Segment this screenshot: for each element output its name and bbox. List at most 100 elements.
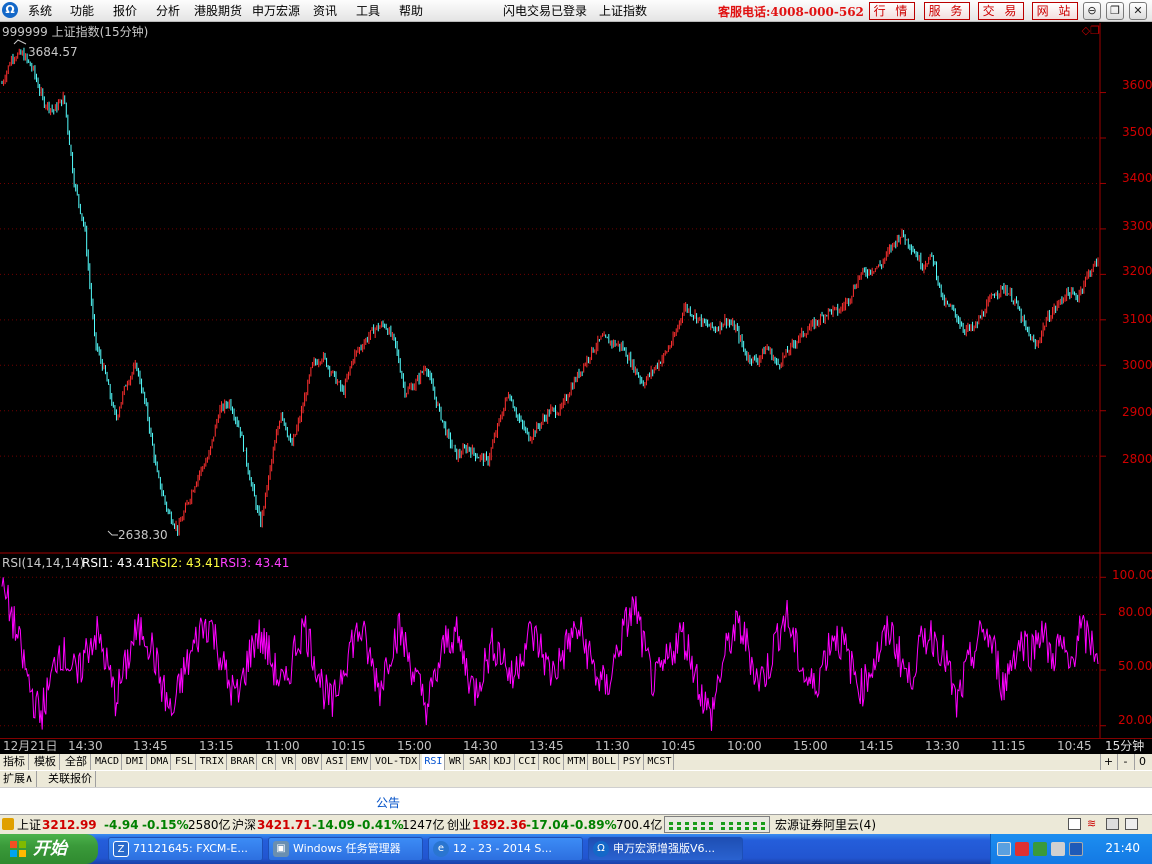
hs-pct: -0.41% bbox=[357, 818, 404, 832]
browser-icon: e bbox=[433, 841, 449, 857]
indicator-tab-brar[interactable]: BRAR bbox=[228, 754, 258, 770]
cy-pct: -0.89% bbox=[570, 818, 617, 832]
indicator-tab-kdj[interactable]: KDJ bbox=[492, 754, 515, 770]
task-label: 71121645: FXCM-E... bbox=[133, 842, 248, 855]
signal-bar-segment bbox=[729, 827, 733, 830]
indicator-tab-trix[interactable]: TRIX bbox=[198, 754, 227, 770]
website-button[interactable]: 网 站 bbox=[1032, 2, 1078, 20]
reset-button[interactable]: 0 bbox=[1134, 754, 1150, 770]
menu-tools[interactable]: 工具 bbox=[356, 3, 380, 19]
indicator-tab-mcst[interactable]: MCST bbox=[645, 754, 675, 770]
trade-button[interactable]: 交 易 bbox=[978, 2, 1024, 20]
menu-hk-futures[interactable]: 港股期货 bbox=[194, 3, 242, 19]
network-icon[interactable] bbox=[1033, 842, 1047, 856]
rsi-axis-label: 80.00 bbox=[1118, 605, 1152, 619]
menu-news[interactable]: 资讯 bbox=[313, 3, 337, 19]
tab-expand[interactable]: 扩展∧ bbox=[0, 771, 38, 787]
input-method-icon[interactable] bbox=[1015, 842, 1029, 856]
indicator-tab-vol-tdx[interactable]: VOL-TDX bbox=[373, 754, 421, 770]
app-logo-icon[interactable]: Ω bbox=[2, 2, 18, 18]
zoom-in-button[interactable]: + bbox=[1100, 754, 1116, 770]
start-button[interactable]: 开始 bbox=[0, 834, 98, 864]
menu-quotes[interactable]: 报价 bbox=[113, 3, 137, 19]
settings-icon[interactable] bbox=[1125, 818, 1138, 830]
indicator-tab-fsl[interactable]: FSL bbox=[173, 754, 197, 770]
restore-icon[interactable]: ❐ bbox=[1106, 2, 1124, 20]
signal-bar-segment bbox=[693, 822, 697, 825]
volume-icon[interactable] bbox=[1051, 842, 1065, 856]
signal-bar-segment bbox=[701, 827, 705, 830]
indicator-tab-macd[interactable]: MACD bbox=[93, 754, 123, 770]
signal-icon[interactable]: ≋ bbox=[1087, 818, 1100, 830]
close-icon[interactable]: ✕ bbox=[1129, 2, 1147, 20]
hs-value: 3421.71 bbox=[257, 818, 312, 832]
signal-bar-segment bbox=[709, 827, 713, 830]
indicator-tab-dma[interactable]: DMA bbox=[148, 754, 172, 770]
high-price-annotation: 3684.57 bbox=[28, 45, 78, 59]
time-tick: 11:15 bbox=[991, 739, 1026, 753]
system-tray: 21:40 bbox=[990, 834, 1152, 864]
current-index-label: 上证指数 bbox=[599, 4, 648, 18]
indicator-tab-asi[interactable]: ASI bbox=[324, 754, 347, 770]
period-label[interactable]: 15分钟 bbox=[1105, 739, 1144, 753]
tab-indicators[interactable]: 指标 bbox=[0, 754, 29, 770]
time-tick: 13:15 bbox=[199, 739, 234, 753]
indicator-tab-vr[interactable]: VR bbox=[279, 754, 297, 770]
time-tick: 11:30 bbox=[595, 739, 630, 753]
sh-pct: -0.15% bbox=[142, 818, 189, 832]
indicator-tab-boll[interactable]: BOLL bbox=[590, 754, 620, 770]
task-task-manager[interactable]: ▣ Windows 任务管理器 bbox=[268, 837, 423, 861]
indicator-tab-sar[interactable]: SAR bbox=[467, 754, 491, 770]
window-icon[interactable] bbox=[1068, 818, 1081, 830]
time-tick: 10:45 bbox=[1057, 739, 1092, 753]
service-button[interactable]: 服 务 bbox=[924, 2, 970, 20]
app-tray-icon[interactable] bbox=[1069, 842, 1083, 856]
time-tick: 10:45 bbox=[661, 739, 696, 753]
price-axis-label: 2800 bbox=[1122, 452, 1152, 466]
menu-help[interactable]: 帮助 bbox=[399, 3, 423, 19]
indicator-tab-cr[interactable]: CR bbox=[259, 754, 277, 770]
signal-bar-segment bbox=[685, 827, 689, 830]
menu-system[interactable]: 系统 bbox=[28, 3, 52, 19]
broker-server[interactable]: 宏源证券阿里云(4) bbox=[775, 817, 876, 833]
notice-label[interactable]: 公告 bbox=[376, 794, 400, 811]
minimize-icon[interactable]: ⊖ bbox=[1083, 2, 1101, 20]
indicator-tab-cci[interactable]: CCI bbox=[516, 754, 540, 770]
login-status: 闪电交易已登录 bbox=[503, 4, 588, 18]
kline-chart-svg[interactable] bbox=[0, 23, 1152, 738]
market-button[interactable]: 行 情 bbox=[869, 2, 915, 20]
menu-analysis[interactable]: 分析 bbox=[156, 3, 180, 19]
cy-volume: 700.4亿 bbox=[616, 818, 663, 832]
task-swhy[interactable]: Ω 申万宏源增强版V6... bbox=[588, 837, 743, 861]
indicator-tab-psy[interactable]: PSY bbox=[621, 754, 644, 770]
windows-flag-icon bbox=[10, 841, 26, 857]
indicator-tab-dmi[interactable]: DMI bbox=[124, 754, 147, 770]
task-manager-icon: ▣ bbox=[273, 841, 289, 857]
price-axis-label: 3100 bbox=[1122, 312, 1152, 326]
indicator-tab-emv[interactable]: EMV bbox=[348, 754, 372, 770]
price-axis-label: 3500 bbox=[1122, 125, 1152, 139]
signal-bar-segment bbox=[677, 822, 681, 825]
zoom-out-button[interactable]: - bbox=[1117, 754, 1133, 770]
hs-label: 沪深 bbox=[232, 818, 257, 832]
chart-options-icon[interactable]: ◇❐ bbox=[1082, 24, 1100, 38]
indicator-tab-roc[interactable]: ROC bbox=[541, 754, 564, 770]
indicator-tab-obv[interactable]: OBV bbox=[299, 754, 323, 770]
lock-icon[interactable] bbox=[2, 818, 14, 830]
grid-icon[interactable] bbox=[1106, 818, 1119, 830]
task-browser[interactable]: e 12 - 23 - 2014 S... bbox=[428, 837, 583, 861]
chart-area[interactable]: 999999 上证指数(15分钟) ◇❐ 3684.57 2638.30 RSI… bbox=[0, 23, 1152, 738]
task-fxcm[interactable]: Z 71121645: FXCM-E... bbox=[108, 837, 263, 861]
rsi-axis-label: 100.00 bbox=[1112, 568, 1152, 582]
indicator-tab-mtm[interactable]: MTM bbox=[565, 754, 589, 770]
menu-functions[interactable]: 功能 bbox=[70, 3, 94, 19]
tab-related-quotes[interactable]: 关联报价 bbox=[45, 771, 96, 787]
time-tick: 11:00 bbox=[265, 739, 300, 753]
keyboard-icon[interactable] bbox=[997, 842, 1011, 856]
time-tick: 15:00 bbox=[397, 739, 432, 753]
indicator-tab-wr[interactable]: WR bbox=[447, 754, 465, 770]
tab-templates[interactable]: 模板 bbox=[31, 754, 60, 770]
tab-all[interactable]: 全部 bbox=[62, 754, 91, 770]
menu-swhy[interactable]: 申万宏源 bbox=[252, 3, 300, 19]
indicator-tab-rsi[interactable]: RSI bbox=[422, 754, 446, 770]
